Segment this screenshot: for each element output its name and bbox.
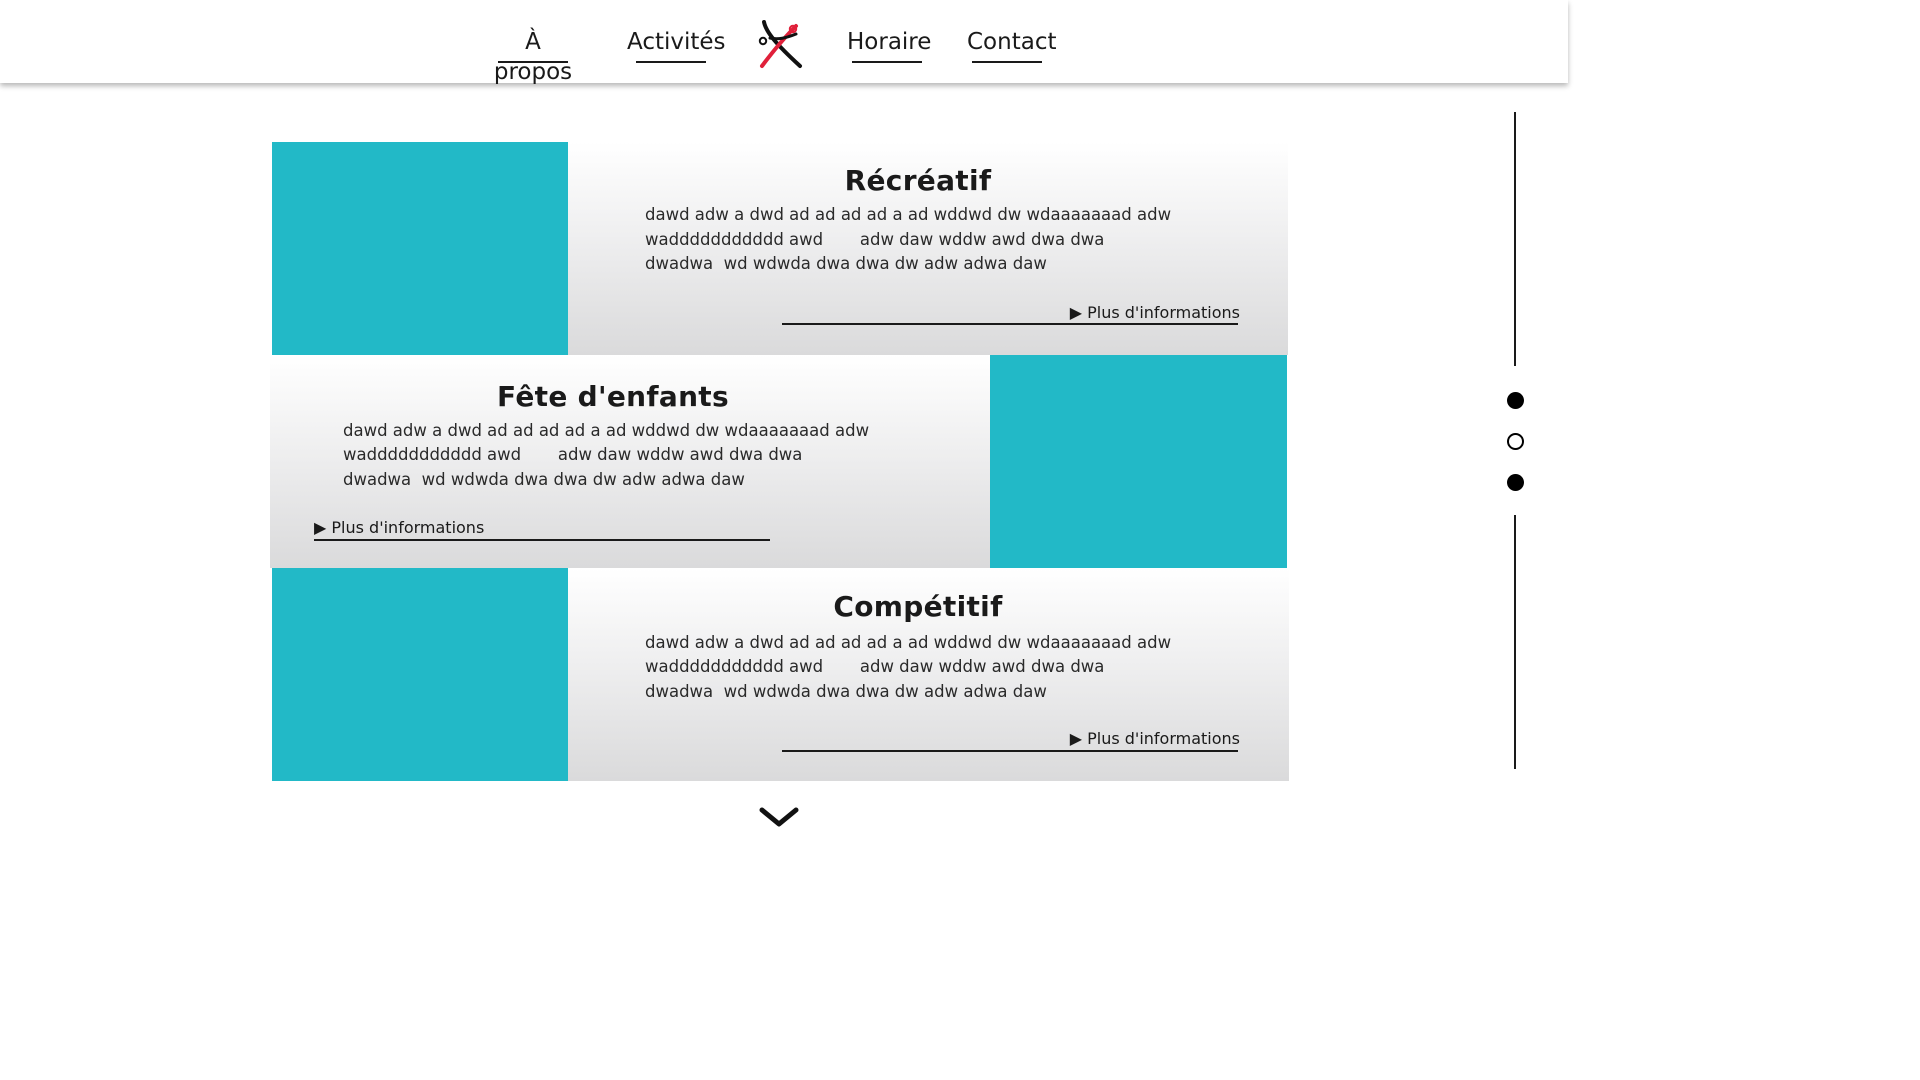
activity-title: Fête d'enfants (497, 380, 729, 413)
activity-image-placeholder (990, 355, 1287, 568)
activity-image-placeholder (272, 142, 568, 355)
activity-description-line: dwadwa wd wdwda dwa dwa dw adw adwa daw (645, 254, 1047, 273)
nav-underline (852, 61, 922, 63)
nav-underline (498, 61, 568, 63)
more-info-link[interactable]: ▶ Plus d'informations (314, 518, 484, 537)
nav-link-label: À propos (493, 29, 573, 85)
top-navbar: À propos Activités Horaire Contact (0, 0, 1568, 85)
nav-link-label: Activités (627, 29, 726, 55)
nav-link-a-propos[interactable]: À propos (486, 27, 580, 87)
scroll-dot-2[interactable] (1507, 433, 1524, 450)
scroll-indicator-line-top (1514, 112, 1516, 366)
activity-description-line: dawd adw a dwd ad ad ad ad a ad wddwd dw… (343, 421, 870, 440)
activity-description-line: waddddddddddd awd adw daw wddw awd dwa d… (343, 445, 803, 464)
dancer-logo-icon[interactable] (756, 18, 810, 70)
more-info-link[interactable]: ▶ Plus d'informations (1070, 303, 1240, 322)
nav-link-label: Horaire (847, 29, 932, 55)
scroll-indicator-line-bottom (1514, 515, 1516, 769)
nav-underline (636, 61, 706, 63)
activity-description-line: waddddddddddd awd adw daw wddw awd dwa d… (645, 230, 1105, 249)
chevron-down-icon[interactable] (758, 804, 800, 830)
activity-description-line: waddddddddddd awd adw daw wddw awd dwa d… (645, 657, 1105, 676)
activity-panel: Compétitif dawd adw a dwd ad ad ad ad a … (568, 568, 1289, 781)
scroll-dot-1[interactable] (1507, 392, 1524, 409)
nav-link-contact[interactable]: Contact (967, 27, 1056, 63)
activity-card-recreatif: Récréatif dawd adw a dwd ad ad ad ad a a… (272, 142, 1288, 355)
nav-link-label: Contact (967, 29, 1057, 55)
activity-description-line: dawd adw a dwd ad ad ad ad a ad wddwd dw… (645, 205, 1172, 224)
activity-description-line: dwadwa wd wdwda dwa dwa dw adw adwa daw (645, 682, 1047, 701)
activity-card-fete-enfants: Fête d'enfants dawd adw a dwd ad ad ad a… (270, 355, 1287, 568)
activity-card-competitif: Compétitif dawd adw a dwd ad ad ad ad a … (272, 568, 1289, 781)
more-info-underline (782, 323, 1238, 325)
nav-link-activites[interactable]: Activités (627, 27, 726, 63)
activity-description-line: dwadwa wd wdwda dwa dwa dw adw adwa daw (343, 470, 745, 489)
more-info-underline (782, 750, 1238, 752)
nav-underline (972, 61, 1042, 63)
activity-panel: Récréatif dawd adw a dwd ad ad ad ad a a… (568, 142, 1288, 355)
activity-description-line: dawd adw a dwd ad ad ad ad a ad wddwd dw… (645, 633, 1172, 652)
nav-link-horaire[interactable]: Horaire (847, 27, 931, 63)
activity-title: Récréatif (844, 164, 992, 197)
activity-title: Compétitif (833, 590, 1003, 623)
activity-panel: Fête d'enfants dawd adw a dwd ad ad ad a… (270, 355, 990, 568)
more-info-underline (314, 539, 770, 541)
scroll-dot-3[interactable] (1507, 474, 1524, 491)
more-info-link[interactable]: ▶ Plus d'informations (1070, 729, 1240, 748)
activity-image-placeholder (272, 568, 568, 781)
